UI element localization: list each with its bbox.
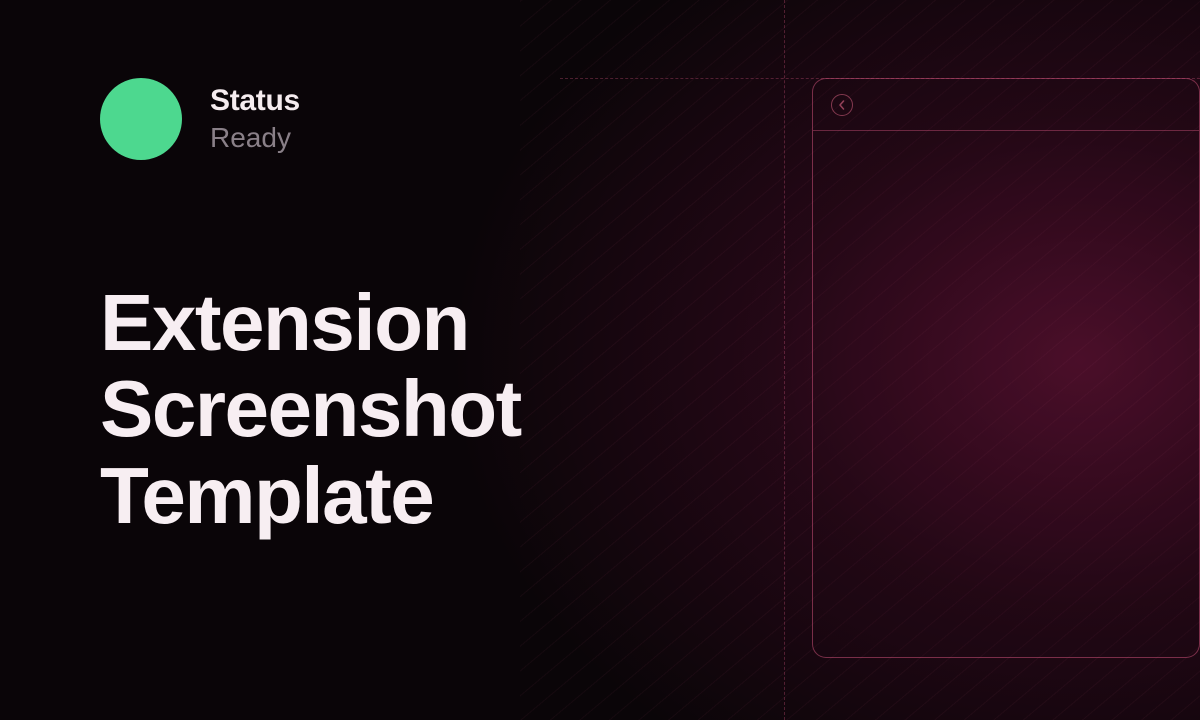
device-frame <box>812 78 1200 658</box>
status-label: Status <box>210 84 300 118</box>
content-area: Status Ready Extension Screenshot Templa… <box>100 78 740 539</box>
title-line-1: Extension <box>100 280 740 366</box>
back-icon[interactable] <box>831 94 853 116</box>
status-value: Ready <box>210 122 300 154</box>
title-line-3: Template <box>100 453 740 539</box>
device-toolbar <box>813 79 1199 131</box>
status-text-group: Status Ready <box>210 84 300 154</box>
status-row: Status Ready <box>100 78 740 160</box>
title-line-2: Screenshot <box>100 366 740 452</box>
vertical-guide-line <box>784 0 785 720</box>
title-block: Extension Screenshot Template <box>100 280 740 539</box>
status-indicator-dot <box>100 78 182 160</box>
